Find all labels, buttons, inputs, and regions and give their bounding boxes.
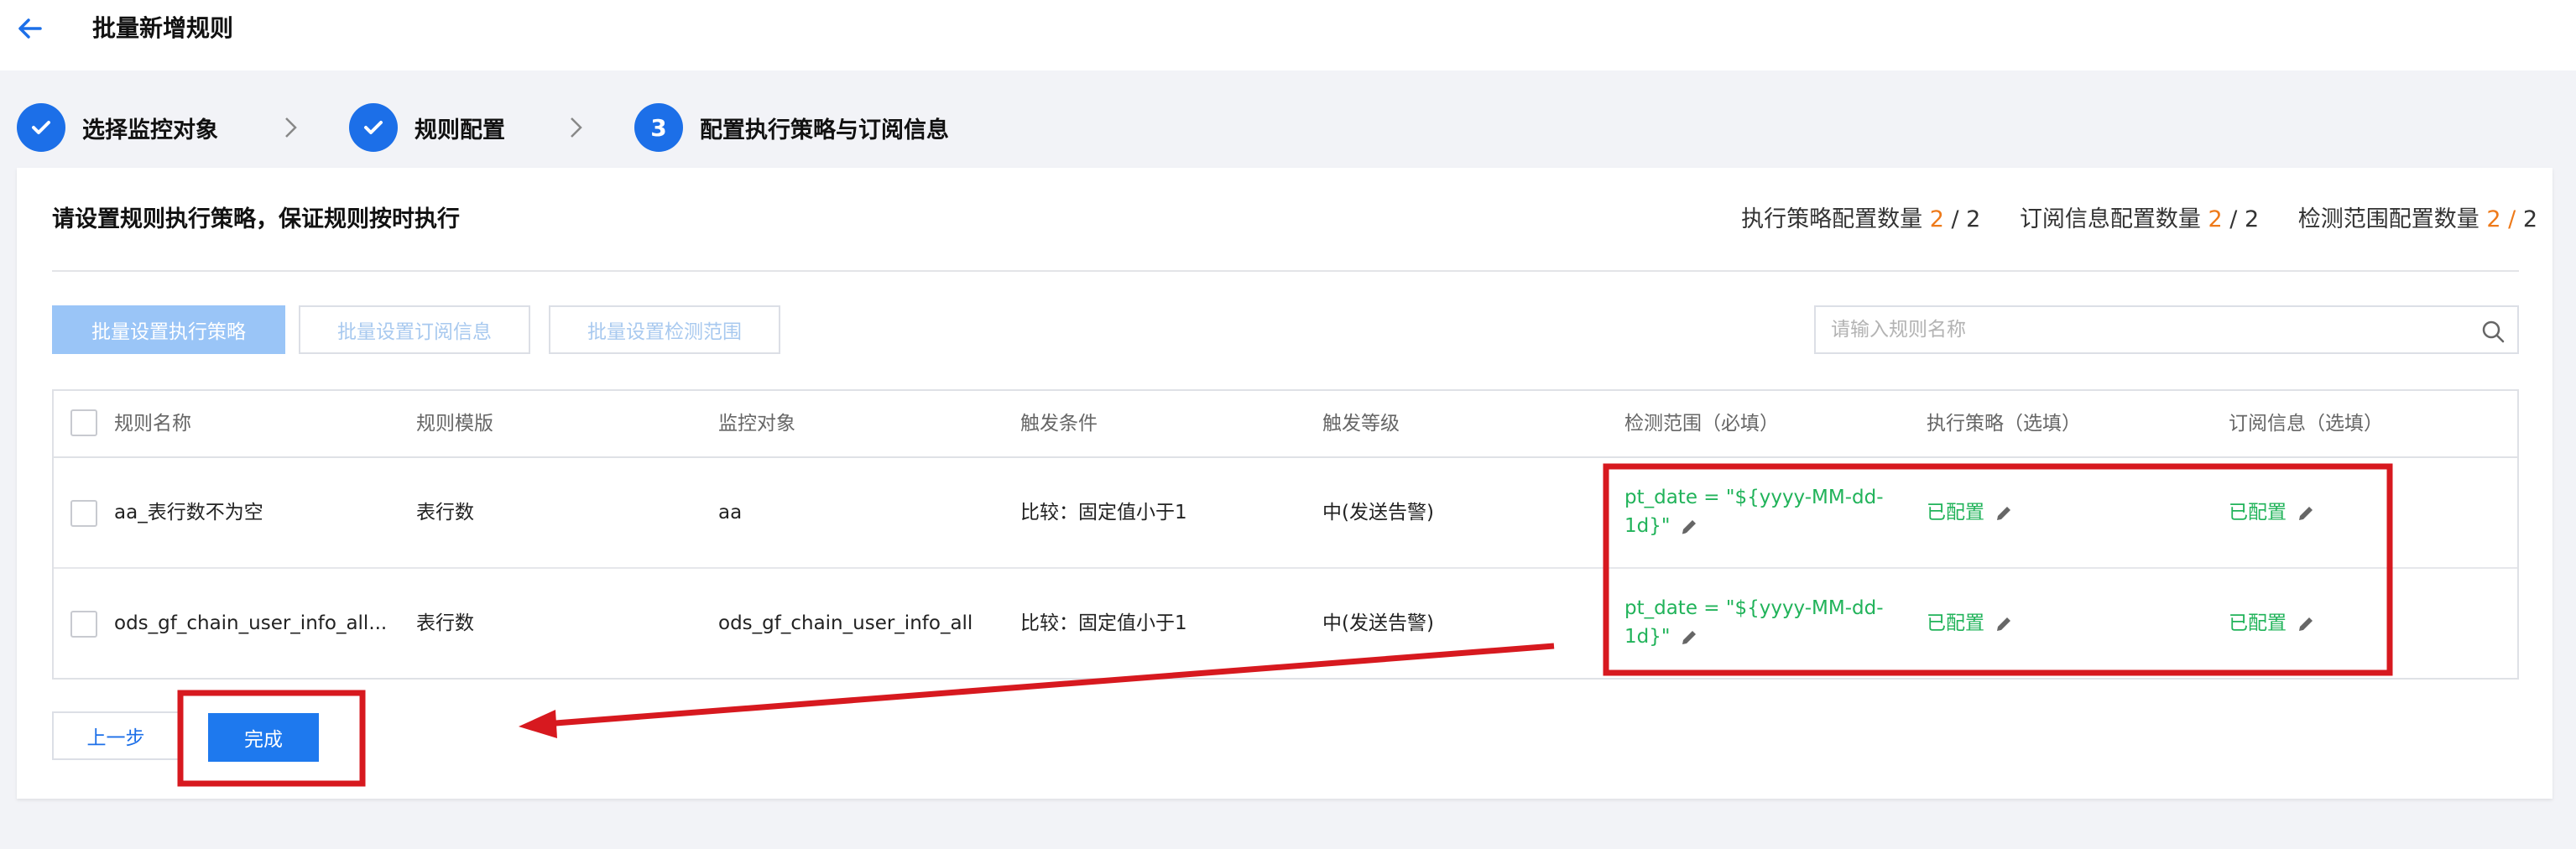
- range-value: pt_date = "${yyyy-MM-dd- 1d}": [1624, 483, 1884, 540]
- count-label: 订阅信息配置数量: [2019, 206, 2201, 232]
- col-level: 触发等级: [1322, 413, 1400, 435]
- table-row: aa_表行数不为空 表行数 aa 比较：固定值小于1 中(发送告警) pt_da…: [54, 460, 2517, 569]
- batch-range-button[interactable]: 批量设置检测范围: [549, 305, 780, 354]
- config-counts: 执行策略配置数量 2 / 2 订阅信息配置数量 2 / 2 检测范围配置数量 2…: [1709, 201, 2537, 238]
- search-icon[interactable]: [2480, 319, 2506, 344]
- batch-strategy-button[interactable]: 批量设置执行策略: [52, 305, 285, 354]
- range-line2: 1d}": [1624, 512, 1884, 540]
- count-sep: /: [2222, 206, 2245, 232]
- col-object: 监控对象: [718, 413, 795, 435]
- rule-object: aa: [718, 502, 743, 523]
- rule-level: 中(发送告警): [1322, 612, 1434, 634]
- col-range: 检测范围（必填）: [1624, 413, 1779, 435]
- col-subscribe: 订阅信息（选填）: [2229, 413, 2383, 435]
- strategy-text: 已配置: [1927, 502, 1984, 523]
- step-label: 选择监控对象: [82, 117, 218, 143]
- arrow-left-icon[interactable]: [15, 13, 45, 44]
- check-icon: [32, 121, 50, 134]
- strategy-status: 已配置: [1927, 609, 2015, 638]
- count-label: 执行策略配置数量: [1741, 206, 1923, 232]
- subscribe-status: 已配置: [2229, 498, 2317, 527]
- rule-condition: 比较：固定值小于1: [1020, 502, 1187, 523]
- strategy-text: 已配置: [1927, 612, 1984, 634]
- edit-icon[interactable]: [1993, 503, 2015, 524]
- col-strategy: 执行策略（选填）: [1927, 413, 2081, 435]
- edit-icon[interactable]: [2295, 503, 2317, 524]
- chevron-right-icon: [571, 117, 582, 138]
- table-header: 规则名称 规则模版 监控对象 触发条件 触发等级 检测范围（必填） 执行策略（选…: [54, 391, 2517, 458]
- rule-name: aa_表行数不为空: [114, 502, 263, 523]
- count-total: 2: [2244, 206, 2260, 232]
- edit-icon[interactable]: [2295, 613, 2317, 635]
- count-done: 2: [2486, 206, 2501, 232]
- page-title: 批量新增规则: [92, 14, 234, 42]
- step-active-circle: 3: [634, 103, 683, 152]
- strategy-status: 已配置: [1927, 498, 2015, 527]
- count-sep: /: [1943, 206, 1967, 232]
- col-template: 规则模版: [416, 413, 493, 435]
- check-icon: [364, 121, 383, 134]
- range-line2-text: 1d}": [1624, 515, 1671, 537]
- col-rule-name: 规则名称: [114, 413, 191, 435]
- count-range: 检测范围配置数量 2 / 2: [2298, 206, 2537, 232]
- rule-level: 中(发送告警): [1322, 502, 1434, 523]
- row-checkbox[interactable]: [70, 611, 97, 638]
- step-strategy-subscribe: 3 配置执行策略与订阅信息: [634, 102, 949, 153]
- step-label: 规则配置: [415, 117, 505, 143]
- strategy-card: 请设置规则执行策略，保证规则按时执行 执行策略配置数量 2 / 2 订阅信息配置…: [17, 168, 2553, 799]
- batch-subscribe-button[interactable]: 批量设置订阅信息: [299, 305, 530, 354]
- step-done-circle: [349, 103, 398, 152]
- subscribe-text: 已配置: [2229, 502, 2287, 523]
- rule-template: 表行数: [416, 612, 474, 634]
- subscribe-status: 已配置: [2229, 609, 2317, 638]
- search-box: [1814, 305, 2519, 354]
- count-label: 检测范围配置数量: [2297, 206, 2480, 232]
- edit-icon[interactable]: [1678, 516, 1700, 538]
- range-line1: pt_date = "${yyyy-MM-dd-: [1624, 487, 1884, 508]
- subscribe-text: 已配置: [2229, 612, 2287, 634]
- rule-name: ods_gf_chain_user_info_all...: [114, 612, 388, 634]
- count-done: 2: [1929, 206, 1944, 232]
- select-all-checkbox[interactable]: [70, 409, 97, 436]
- step-select-target: 选择监控对象: [17, 102, 218, 153]
- divider: [52, 270, 2519, 272]
- step-done-circle: [17, 103, 65, 152]
- range-line2: 1d}": [1624, 622, 1884, 651]
- step-label: 配置执行策略与订阅信息: [700, 117, 949, 143]
- table-row: ods_gf_chain_user_info_all... 表行数 ods_gf…: [54, 570, 2517, 680]
- count-strategy: 执行策略配置数量 2 / 2: [1741, 206, 1980, 232]
- range-line1: pt_date = "${yyyy-MM-dd-: [1624, 597, 1884, 619]
- col-condition: 触发条件: [1020, 413, 1098, 435]
- top-bar: 批量新增规则: [0, 0, 2576, 70]
- step-rule-config: 规则配置: [349, 102, 505, 153]
- rule-template: 表行数: [416, 502, 474, 523]
- count-total: 2: [1966, 206, 1981, 232]
- range-value: pt_date = "${yyyy-MM-dd- 1d}": [1624, 594, 1884, 651]
- card-title: 请设置规则执行策略，保证规则按时执行: [52, 206, 460, 232]
- chevron-right-icon: [285, 117, 297, 138]
- count-sep: /: [2500, 206, 2523, 232]
- edit-icon[interactable]: [1993, 613, 2015, 635]
- rule-name-search-input[interactable]: [1831, 314, 2469, 346]
- range-line2-text: 1d}": [1624, 626, 1671, 648]
- rule-condition: 比较：固定值小于1: [1020, 612, 1187, 634]
- row-checkbox[interactable]: [70, 500, 97, 527]
- count-total: 2: [2522, 206, 2537, 232]
- count-subscribe: 订阅信息配置数量 2 / 2: [2020, 206, 2259, 232]
- edit-icon[interactable]: [1678, 627, 1700, 648]
- stepper: 选择监控对象 规则配置 3 配置执行策略与订阅信息: [17, 102, 1192, 153]
- count-done: 2: [2208, 206, 2223, 232]
- finish-button[interactable]: 完成: [208, 713, 319, 762]
- rule-object: ods_gf_chain_user_info_all: [718, 612, 973, 634]
- rules-table: 规则名称 规则模版 监控对象 触发条件 触发等级 检测范围（必填） 执行策略（选…: [52, 389, 2519, 680]
- prev-step-button[interactable]: 上一步: [52, 711, 180, 760]
